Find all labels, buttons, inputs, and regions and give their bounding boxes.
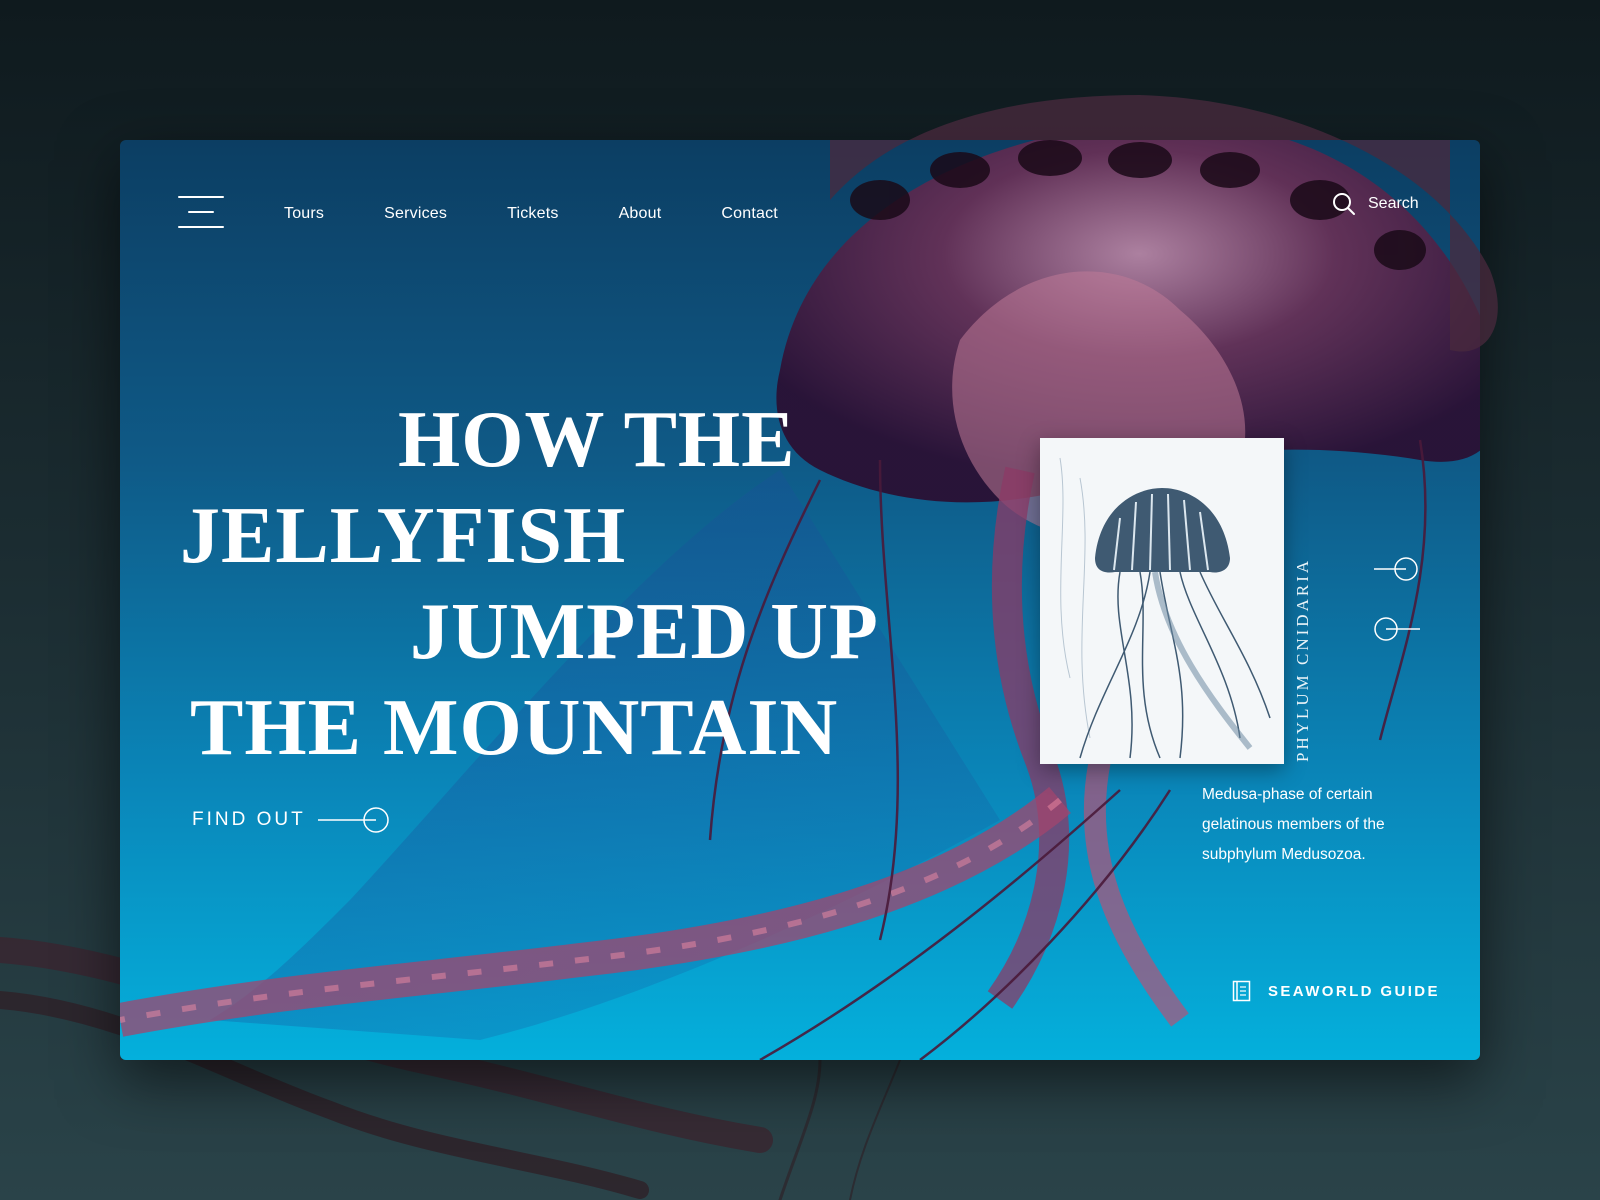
headline-line-1: HOW THE [398, 396, 796, 484]
next-slide-button[interactable] [1374, 556, 1420, 587]
hamburger-menu-icon[interactable] [178, 196, 228, 232]
nav-item-services[interactable]: Services [384, 205, 447, 223]
jellyfish-thumbnail[interactable] [1040, 438, 1284, 764]
headline-line-2: JELLYFISH [180, 492, 627, 580]
nav-item-tours[interactable]: Tours [284, 205, 324, 223]
main-nav: Tours Services Tickets About Contact [284, 205, 838, 223]
seaworld-guide-label: SEAWORLD GUIDE [1268, 982, 1440, 1000]
jellyfish-thumbnail-image [1040, 438, 1284, 764]
search-label: Search [1368, 195, 1419, 212]
nav-item-about[interactable]: About [619, 205, 662, 223]
nav-item-contact[interactable]: Contact [721, 205, 778, 223]
previous-slide-button[interactable] [1374, 616, 1420, 647]
phylum-caption: PHYLUM CNIDARIA [1293, 557, 1312, 762]
headline-line-3: JUMPED UP [410, 588, 879, 676]
search-button[interactable]: Search [1332, 192, 1419, 216]
book-icon [1232, 980, 1251, 1002]
previous-slide-icon [1374, 617, 1420, 641]
search-icon [1333, 193, 1355, 215]
arrow-circle-icon [317, 807, 389, 833]
headline-line-4: THE MOUNTAIN [190, 684, 839, 772]
seaworld-guide-link[interactable]: SEAWORLD GUIDE [1232, 980, 1440, 1002]
feature-description: Medusa-phase of certain gelatinous membe… [1202, 786, 1385, 863]
find-out-button[interactable]: FIND OUT [192, 806, 390, 834]
nav-item-tickets[interactable]: Tickets [507, 205, 558, 223]
next-slide-icon [1374, 557, 1418, 581]
find-out-label: FIND OUT [192, 809, 306, 830]
hero-headline: HOW THE JELLYFISH JUMPED UP THE MOUNTAIN [180, 392, 940, 776]
